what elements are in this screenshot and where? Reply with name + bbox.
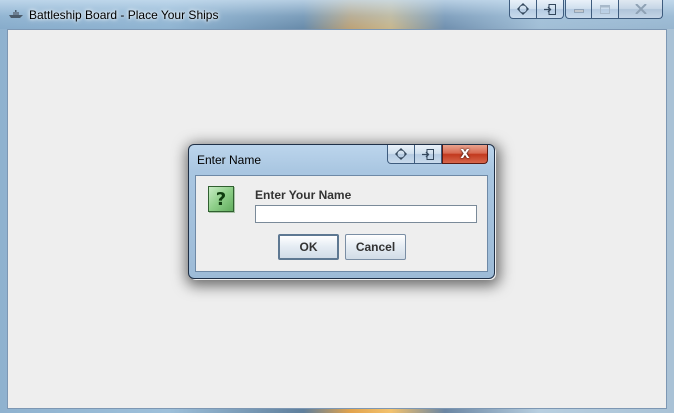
cancel-button[interactable]: Cancel <box>345 234 406 260</box>
minimize-icon <box>573 9 584 13</box>
snap-icon <box>544 3 556 15</box>
maximize-button[interactable] <box>592 0 619 19</box>
dialog-snap-button[interactable] <box>415 145 442 164</box>
name-prompt-label: Enter Your Name <box>255 188 352 202</box>
move-icon <box>395 148 407 160</box>
window-controls <box>565 0 663 20</box>
dialog-body: ? Enter Your Name OK Cancel <box>195 175 488 272</box>
ok-button[interactable]: OK <box>278 234 339 260</box>
dialog-move-button[interactable] <box>387 145 415 164</box>
enter-name-dialog: Enter Name X ? Enter Your Name OK Cancel <box>188 144 495 279</box>
snap-window-button[interactable] <box>537 0 564 19</box>
question-icon: ? <box>208 186 234 212</box>
move-icon <box>517 3 529 15</box>
dialog-close-button[interactable]: X <box>442 145 488 164</box>
window-titlebar[interactable]: Battleship Board - Place Your Ships <box>0 0 674 29</box>
close-icon: X <box>460 147 470 161</box>
close-icon <box>634 4 647 14</box>
maximize-icon <box>600 4 610 14</box>
move-window-button[interactable] <box>509 0 537 19</box>
window-extra-controls <box>509 0 564 20</box>
dialog-title: Enter Name <box>197 153 262 167</box>
snap-icon <box>422 148 434 160</box>
close-button[interactable] <box>619 0 663 19</box>
ship-icon <box>9 10 23 18</box>
window-title: Battleship Board - Place Your Ships <box>29 8 219 22</box>
minimize-button[interactable] <box>565 0 592 19</box>
question-mark: ? <box>215 188 227 210</box>
name-input[interactable] <box>255 205 477 223</box>
dialog-controls: X <box>387 145 488 164</box>
